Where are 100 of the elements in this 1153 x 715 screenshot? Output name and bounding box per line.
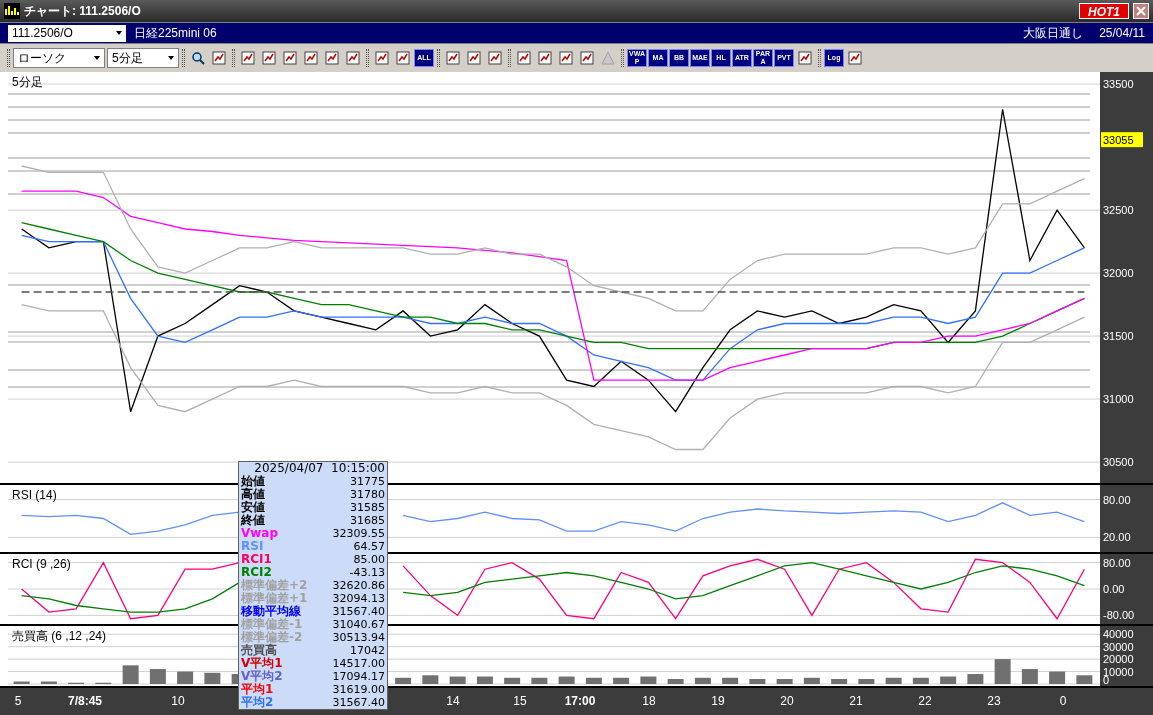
tool-icon (325, 51, 339, 65)
tool-button[interactable] (535, 49, 555, 67)
time-label: 21 (849, 693, 863, 710)
tooltip-value: 31040.67 (332, 618, 385, 631)
time-label: 15 (513, 693, 527, 710)
tooltip-label: V平均1 (241, 657, 283, 670)
tooltip-value: 30513.94 (332, 631, 385, 644)
tool-icon (346, 51, 360, 65)
time-label: 10 (171, 693, 185, 710)
tool-icon (580, 51, 594, 65)
tool-button[interactable] (443, 49, 463, 67)
tool-button[interactable] (209, 49, 229, 67)
tooltip-label: 終値 (241, 514, 265, 527)
tool-button[interactable] (556, 49, 576, 67)
volume-bar (1021, 669, 1038, 684)
panel-title: RSI (14) (12, 488, 57, 502)
tooltip-label: RSI (241, 540, 264, 553)
tool-button[interactable] (577, 49, 597, 67)
search-icon (191, 51, 205, 65)
volume-bar (749, 679, 766, 684)
close-button[interactable] (1133, 3, 1149, 19)
tool-button[interactable] (845, 49, 865, 67)
tool-icon (241, 51, 255, 65)
tool-button[interactable] (259, 49, 279, 67)
tool-button[interactable] (514, 49, 534, 67)
tool-icon (283, 51, 297, 65)
time-label: 14 (446, 693, 460, 710)
axis-label: 20.00 (1103, 531, 1131, 544)
close-icon (1136, 6, 1146, 16)
volume-bar (803, 677, 820, 684)
hot-button[interactable]: HOT1 (1079, 3, 1129, 19)
tool-button[interactable] (343, 49, 363, 67)
tool-button[interactable] (301, 49, 321, 67)
time-label: 7/8:45 (68, 693, 102, 710)
volume-bar (122, 665, 139, 684)
time-label: 0 (1059, 693, 1067, 710)
tool-icon (517, 51, 531, 65)
dropdown[interactable]: ローソク (13, 48, 105, 68)
tooltip-label: 標準偏差-2 (241, 631, 303, 644)
tooltip-label: Vwap (241, 527, 279, 540)
volume-bar (994, 659, 1011, 684)
volume-bar (776, 679, 793, 684)
tooltip-value: 31685 (350, 514, 385, 527)
tooltip-value: 64.57 (353, 540, 385, 553)
tooltip-value: 32309.55 (332, 527, 385, 540)
tool-icon (446, 51, 460, 65)
symbol-dropdown[interactable]: 111.2506/O (8, 24, 126, 42)
tooltip-label: V平均2 (241, 670, 283, 683)
tooltip-label: 標準偏差+1 (241, 592, 308, 605)
axis-label: 32500 (1103, 204, 1134, 217)
axis-label: 31500 (1103, 330, 1134, 343)
tool-icon (559, 51, 573, 65)
axis-label: 0.00 (1103, 583, 1125, 595)
axis-label: 30500 (1103, 456, 1134, 469)
time-label: 23 (987, 693, 1001, 710)
tool-button[interactable] (372, 49, 392, 67)
window-title: チャート: 111.2506/O (24, 3, 141, 20)
tool-button[interactable] (238, 49, 258, 67)
tooltip-value: 31619.00 (332, 683, 385, 696)
time-label: 5 (14, 693, 22, 710)
tool-button[interactable] (464, 49, 484, 67)
tool-icon (212, 51, 226, 65)
tooltip-value: 31775 (350, 475, 385, 488)
tool-button[interactable] (795, 49, 815, 67)
volume-bar (640, 676, 657, 684)
tooltip-value: 31780 (350, 488, 385, 501)
tool-icon (798, 51, 812, 65)
panel-title: RCI (9 ,26) (12, 557, 71, 571)
tool-button[interactable] (485, 49, 505, 67)
tool-button[interactable] (393, 49, 413, 67)
volume-bar (694, 677, 711, 684)
axis-label: 30000 (1103, 640, 1134, 653)
tooltip-label: 始値 (241, 475, 265, 488)
tool-icon (467, 51, 481, 65)
tool-icon (375, 51, 389, 65)
tooltip-value: 17094.17 (332, 670, 385, 683)
tooltip-value: 14517.00 (332, 657, 385, 670)
axis-label: 32000 (1103, 267, 1134, 280)
tooltip-value: 32620.86 (332, 579, 385, 592)
chart-app-icon (4, 3, 20, 19)
tooltip-datetime: 2025/04/07 10:15:00 (253, 462, 385, 475)
time-label: 17:00 (564, 693, 596, 710)
volume-bar (722, 677, 739, 684)
volume-bar (885, 677, 902, 684)
tooltip-label: 高値 (241, 488, 265, 501)
axis-label: -80.00 (1103, 609, 1135, 622)
tool-icon (538, 51, 552, 65)
volume-bar (531, 677, 548, 684)
volume-bar (449, 676, 466, 684)
tooltip-value: 85.00 (353, 553, 385, 566)
tool-icon (488, 51, 502, 65)
tool-button[interactable] (322, 49, 342, 67)
tool-button[interactable] (280, 49, 300, 67)
caret-icon (116, 31, 122, 35)
tooltip-label: 平均1 (241, 683, 274, 696)
tooltip-label: 標準偏差+2 (241, 579, 308, 592)
volume-bar (395, 677, 412, 684)
dropdown[interactable]: 5分足 (107, 48, 179, 68)
tooltip-value: -43.13 (349, 566, 385, 579)
tool-icon (396, 51, 410, 65)
